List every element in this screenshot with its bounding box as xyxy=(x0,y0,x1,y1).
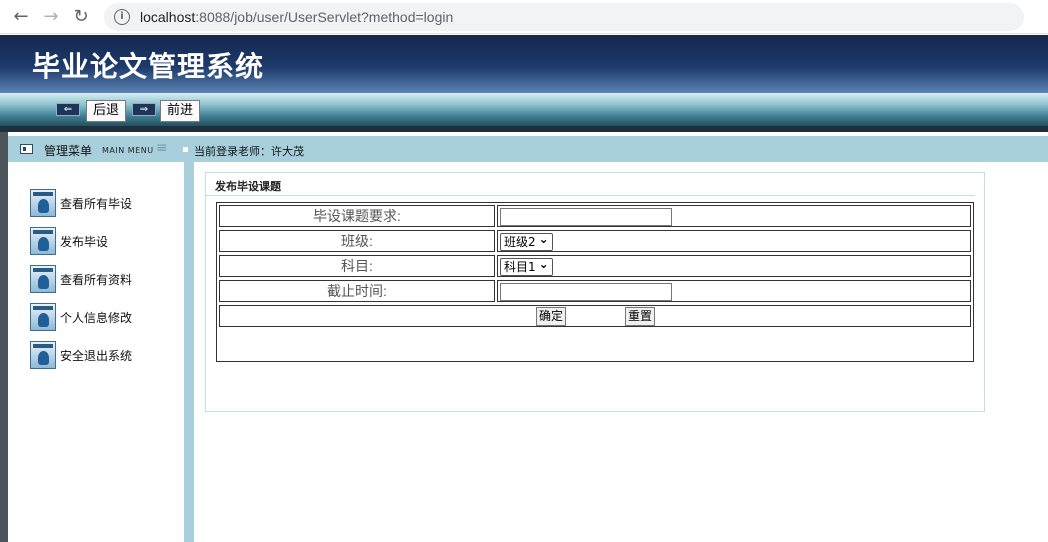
back-arrow-icon[interactable]: ⇐ xyxy=(56,103,80,116)
sidebar-item-label: 查看所有资料 xyxy=(60,272,133,287)
reset-button[interactable]: 重置 xyxy=(625,307,656,326)
publish-form: 毕设课题要求: 班级: 班级2 科目: 科目1 截止时间: 确定 重置 xyxy=(216,202,974,362)
forward-arrow-icon[interactable]: ⇒ xyxy=(132,103,156,116)
sidebar-item-label: 查看所有毕设 xyxy=(60,196,133,211)
class-select[interactable]: 班级2 xyxy=(500,231,553,251)
menu-header: 管理菜单 MAIN MENU ≡ 当前登录老师：许大茂 xyxy=(8,136,1048,162)
requirement-input[interactable] xyxy=(500,208,672,226)
sidebar-item-view-all-materials[interactable]: 查看所有资料 xyxy=(30,265,132,293)
user-window-icon xyxy=(30,227,56,255)
form-cell xyxy=(497,280,971,302)
form-row: 毕设课题要求: xyxy=(219,205,971,227)
class-label: 班级: xyxy=(219,230,495,252)
url-path: :8088/job/user/UserServlet?method=login xyxy=(195,8,454,25)
menu-panel-icon xyxy=(20,144,33,154)
app-header: 毕业论文管理系统 xyxy=(0,35,1048,93)
subject-select[interactable]: 科目1 xyxy=(500,256,553,276)
user-window-icon xyxy=(30,341,56,369)
form-row: 确定 重置 xyxy=(219,305,971,327)
sidebar-item-label: 安全退出系统 xyxy=(60,348,133,363)
back-arrow-icon[interactable]: ← xyxy=(6,2,36,32)
sidebar-item-edit-profile[interactable]: 个人信息修改 xyxy=(30,303,132,331)
requirement-label: 毕设课题要求: xyxy=(219,205,495,227)
header-divider xyxy=(0,126,1048,132)
panel-header: 发布毕设课题 xyxy=(205,172,975,196)
form-actions: 确定 重置 xyxy=(219,305,971,327)
form-row: 截止时间: xyxy=(219,280,971,302)
deadline-label: 截止时间: xyxy=(219,280,495,302)
nav-toolbar: ⇐ 后退 ⇒ 前进 xyxy=(0,93,1048,126)
user-window-icon xyxy=(30,189,56,217)
app-title: 毕业论文管理系统 xyxy=(32,50,265,83)
sidebar-item-view-all-projects[interactable]: 查看所有毕设 xyxy=(30,189,132,217)
form-cell xyxy=(497,205,971,227)
form-cell: 班级2 xyxy=(497,230,971,252)
left-edge xyxy=(0,132,8,542)
address-bar[interactable]: i localhost :8088/job/user/UserServlet?m… xyxy=(104,2,1024,31)
reload-icon[interactable]: ↻ xyxy=(66,2,96,32)
user-window-icon xyxy=(30,265,56,293)
menu-title: 管理菜单 xyxy=(44,144,93,158)
url-host: localhost xyxy=(140,8,196,25)
form-cell: 科目1 xyxy=(497,255,971,277)
deadline-input[interactable] xyxy=(500,283,672,301)
sidebar-item-logout[interactable]: 安全退出系统 xyxy=(30,341,132,369)
subject-label: 科目: xyxy=(219,255,495,277)
login-info: 当前登录老师：许大茂 xyxy=(194,145,304,158)
form-row: 科目: 科目1 xyxy=(219,255,971,277)
forward-button[interactable]: 前进 xyxy=(160,100,201,122)
back-button[interactable]: 后退 xyxy=(86,100,127,122)
forward-arrow-icon[interactable]: → xyxy=(36,2,66,32)
form-row: 班级: 班级2 xyxy=(219,230,971,252)
menu-title-en: MAIN MENU xyxy=(102,146,154,155)
panel-title: 发布毕设课题 xyxy=(215,180,281,193)
sidebar-item-label: 个人信息修改 xyxy=(60,310,133,325)
sidebar-divider xyxy=(184,162,194,542)
confirm-button[interactable]: 确定 xyxy=(536,307,567,326)
sidebar-item-publish-project[interactable]: 发布毕设 xyxy=(30,227,108,255)
info-icon[interactable]: i xyxy=(114,8,130,25)
sidebar-item-label: 发布毕设 xyxy=(60,234,109,249)
browser-toolbar: ← → ↻ i localhost :8088/job/user/UserSer… xyxy=(0,0,1048,34)
bullet-icon xyxy=(183,147,188,152)
menu-lines-icon: ≡ xyxy=(156,140,168,156)
user-window-icon xyxy=(30,303,56,331)
